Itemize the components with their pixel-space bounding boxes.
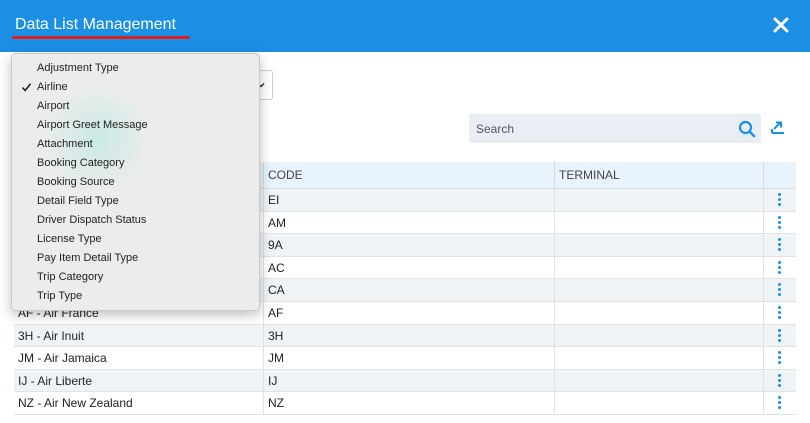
cell-code: 9A (263, 234, 554, 257)
dropdown-item-label: Airline (37, 81, 68, 93)
cell-actions (763, 369, 796, 392)
cell-terminal (554, 347, 763, 370)
dropdown-item-label: Trip Type (37, 290, 83, 302)
dropdown-item[interactable]: Trip Category (12, 268, 259, 287)
table-row[interactable]: NZ - Air New Zealand NZ (14, 392, 796, 415)
cell-actions (763, 301, 796, 324)
search-box (469, 114, 761, 143)
title-underline (12, 36, 190, 39)
cell-terminal (554, 279, 763, 302)
cell-code: IJ (263, 369, 554, 392)
close-icon (773, 17, 789, 33)
cell-actions (763, 392, 796, 415)
dropdown-item-label: Driver Dispatch Status (37, 214, 147, 226)
cell-actions (763, 211, 796, 234)
dropdown-item[interactable]: Adjustment Type (12, 59, 259, 78)
cell-code: CA (263, 279, 554, 302)
cell-code: AF (263, 301, 554, 324)
kebab-menu-icon[interactable] (778, 215, 782, 230)
cell-name: IJ - Air Liberte (18, 373, 93, 388)
dropdown-item-label: Attachment (37, 138, 93, 150)
column-header-terminal[interactable]: TERMINAL (554, 162, 763, 189)
search-icon[interactable] (738, 120, 756, 138)
cell-code: 3H (263, 324, 554, 347)
cell-code: AC (263, 256, 554, 279)
kebab-menu-icon[interactable] (778, 238, 782, 252)
kebab-menu-icon[interactable] (778, 351, 782, 365)
table-row[interactable]: JM - Air Jamaica JM (14, 347, 796, 370)
dropdown-item[interactable]: Airline (12, 78, 259, 97)
dropdown-item[interactable]: Airport Greet Message (12, 116, 259, 135)
cell-actions (763, 256, 796, 279)
kebab-menu-icon[interactable] (778, 283, 782, 297)
cell-code: EI (263, 189, 554, 211)
cell-terminal (554, 256, 763, 279)
kebab-menu-icon[interactable] (778, 305, 782, 320)
dropdown-item-label: Adjustment Type (37, 62, 119, 74)
cell-actions (763, 189, 796, 211)
dropdown-item-label: Airport Greet Message (37, 119, 148, 131)
dropdown-item[interactable]: Booking Category (12, 154, 259, 173)
cell-code: AM (263, 211, 554, 234)
cell-actions (763, 347, 796, 370)
cell-name: JM - Air Jamaica (18, 351, 107, 366)
table-row[interactable]: IJ - Air Liberte IJ (14, 369, 796, 393)
cell-name: NZ - Air New Zealand (18, 396, 133, 411)
cell-code: NZ (263, 392, 554, 415)
cell-terminal (554, 234, 763, 257)
kebab-menu-icon[interactable] (778, 260, 782, 275)
cell-actions (763, 279, 796, 302)
dropdown-item-label: Pay Item Detail Type (37, 252, 139, 264)
modal-title: Data List Management (15, 16, 176, 33)
dropdown-item-label: Airport (37, 100, 70, 112)
dropdown-item-label: License Type (37, 233, 102, 245)
checkmark-icon (21, 83, 32, 92)
cell-terminal (554, 369, 763, 392)
kebab-menu-icon[interactable] (778, 373, 782, 388)
column-header-actions (763, 162, 796, 189)
kebab-menu-icon[interactable] (778, 193, 782, 207)
cell-actions (763, 234, 796, 257)
column-header-code[interactable]: CODE (263, 162, 554, 189)
dropdown-item[interactable]: Pay Item Detail Type (12, 249, 259, 268)
close-button[interactable] (770, 14, 792, 36)
cell-terminal (554, 211, 763, 234)
cell-terminal (554, 301, 763, 324)
cell-name: 3H - Air Inuit (18, 328, 85, 343)
list-type-dropdown-menu: Adjustment Type Airline Airport Airport Gre… (11, 53, 260, 311)
cell-code: JM (263, 347, 554, 370)
dropdown-item-label: Trip Category (37, 271, 104, 283)
dropdown-item-label: Detail Field Type (37, 195, 119, 207)
cell-terminal (554, 392, 763, 415)
kebab-menu-icon[interactable] (778, 396, 782, 410)
table-row[interactable]: 3H - Air Inuit 3H (14, 324, 796, 348)
cell-actions (763, 324, 796, 347)
cell-terminal (554, 324, 763, 347)
dropdown-item[interactable]: Driver Dispatch Status (12, 211, 259, 230)
kebab-menu-icon[interactable] (778, 328, 782, 343)
dropdown-items: Adjustment Type Airline Airport Airport Gre… (12, 59, 259, 306)
dropdown-item[interactable]: Airport (12, 97, 259, 116)
dropdown-item[interactable]: Detail Field Type (12, 192, 259, 211)
cell-terminal (554, 189, 763, 211)
search-input[interactable] (469, 114, 731, 143)
modal-header: Data List Management (0, 0, 810, 52)
dropdown-item-label: Booking Category (37, 157, 125, 169)
dropdown-item[interactable]: Trip Type (12, 287, 259, 306)
dropdown-item[interactable]: Booking Source (12, 173, 259, 192)
dropdown-item[interactable]: License Type (12, 230, 259, 249)
export-icon[interactable] (770, 119, 786, 135)
dropdown-item[interactable]: Attachment (12, 135, 259, 154)
dropdown-item-label: Booking Source (37, 176, 115, 188)
